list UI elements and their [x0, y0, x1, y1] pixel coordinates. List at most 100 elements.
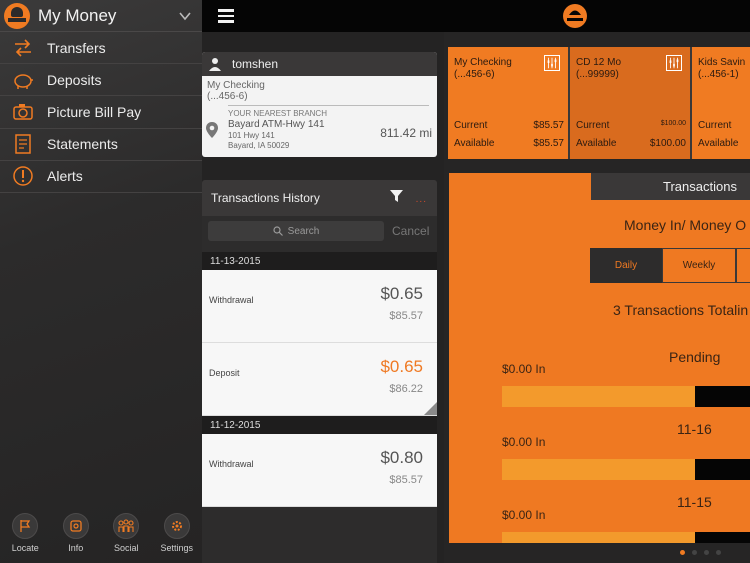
account-tile-cd[interactable]: CD 12 Mo (...99999) Current $100.00 Avail…	[570, 47, 692, 159]
locate-button[interactable]: Locate	[0, 513, 50, 563]
money-bar	[502, 459, 750, 480]
info-button[interactable]: Info	[51, 513, 101, 563]
transaction-amount: $0.65	[380, 357, 423, 376]
document-icon	[15, 134, 31, 154]
account-name-text: My Checking	[207, 80, 265, 91]
branch-name: Bayard ATM-Hwy 141	[228, 119, 325, 130]
sidebar-item-label: Picture Bill Pay	[47, 103, 142, 120]
period-selector: Daily Weekly	[590, 248, 750, 283]
info-icon	[62, 513, 89, 539]
sidebar-item-alerts[interactable]: Alerts	[0, 161, 202, 193]
available-label: Available	[698, 138, 739, 149]
gears-icon	[163, 513, 190, 539]
locate-label: Locate	[11, 543, 39, 553]
nearest-branch[interactable]: YOUR NEAREST BRANCH Bayard ATM-Hwy 141 1…	[202, 106, 437, 152]
tile-number: (...456-1)	[698, 69, 739, 80]
pending-label: Pending	[669, 349, 721, 365]
filter-icon[interactable]	[390, 190, 403, 203]
period-more[interactable]	[736, 248, 750, 283]
period-weekly[interactable]: Weekly	[662, 248, 736, 283]
account-card-header: tomshen	[202, 52, 437, 76]
tile-name-text: Kids Savin	[698, 57, 746, 68]
sidebar-item-picture-bill-pay[interactable]: Picture Bill Pay	[0, 96, 202, 129]
tile-number: (...99999)	[576, 69, 619, 80]
date-label: 11-16	[677, 421, 712, 437]
bar-label: $0.00 In	[502, 435, 546, 449]
page-dot[interactable]	[716, 550, 721, 555]
date-label: 11-15	[677, 494, 712, 510]
right-column: My Checking (...456-6) Current $85.57 Ava…	[444, 32, 750, 563]
sidebar: My Money Transfers Deposits Picture Bill…	[0, 0, 202, 563]
available-label: Available	[454, 138, 495, 149]
settings-button[interactable]: Settings	[152, 513, 202, 563]
current-value: $100.00	[660, 120, 686, 127]
sidebar-item-label: Transfers	[47, 39, 106, 56]
account-tile-kids-savings[interactable]: Kids Savin (...456-1) Current Available	[692, 47, 750, 159]
transaction-row[interactable]: Withdrawal $0.80 $85.57	[202, 434, 437, 507]
available-value: $85.57	[533, 138, 564, 149]
search-icon	[273, 226, 283, 236]
transactions-history-title: Transactions History	[211, 191, 320, 205]
sidebar-header[interactable]: My Money	[0, 0, 202, 32]
search-input[interactable]: Search	[208, 221, 384, 241]
sidebar-item-deposits[interactable]: Deposits	[0, 64, 202, 97]
transaction-kind: Withdrawal	[209, 459, 254, 469]
search-row: Search Cancel	[202, 216, 437, 246]
page-dot[interactable]	[704, 550, 709, 555]
tile-name: Kids Savin (...456-1)	[698, 57, 745, 81]
tile-current-row: Current $85.57	[454, 120, 564, 131]
available-label: Available	[576, 138, 617, 149]
transaction-balance: $86.22	[389, 383, 423, 395]
branch-address: 101 Hwy 141	[228, 131, 275, 140]
page-dot[interactable]	[692, 550, 697, 555]
account-number: (...456-6)	[207, 91, 248, 102]
middle-column: tomshen My Checking (...456-6) YOUR NEAR…	[202, 32, 444, 563]
period-daily[interactable]: Daily	[590, 248, 662, 283]
brand-logo-icon	[4, 2, 30, 29]
sidebar-item-transfers[interactable]: Transfers	[0, 32, 202, 65]
branch-city: Bayard, IA 50029	[228, 141, 290, 150]
search-placeholder: Search	[287, 225, 320, 237]
current-label: Current	[576, 120, 610, 131]
transfer-arrows-icon	[15, 39, 31, 57]
more-dots[interactable]: ...	[416, 194, 427, 205]
sidebar-item-label: Deposits	[47, 71, 102, 88]
tab-transactions[interactable]: Transactions	[591, 173, 750, 200]
tile-name: CD 12 Mo (...99999)	[576, 57, 621, 81]
page-dot[interactable]	[680, 550, 685, 555]
chevron-down-icon[interactable]	[178, 9, 192, 23]
date-header: 11-13-2015	[202, 252, 437, 270]
tab-transactions-label: Transactions	[663, 179, 737, 194]
account-card[interactable]: tomshen My Checking (...456-6) YOUR NEAR…	[202, 52, 437, 157]
settings-label: Settings	[160, 543, 194, 553]
corner-fold-icon[interactable]	[424, 402, 437, 415]
transactions-summary-text: 3 Transactions Totalin	[613, 302, 749, 318]
current-value: $85.57	[533, 120, 564, 131]
sidebar-item-label: Alerts	[47, 168, 83, 185]
money-in-out-heading: Money In/ Money O	[624, 217, 747, 233]
hamburger-menu-icon[interactable]	[218, 9, 234, 23]
brand-logo-icon	[563, 4, 587, 28]
sidebar-item-statements[interactable]: Statements	[0, 129, 202, 161]
people-icon	[113, 513, 140, 539]
sliders-icon[interactable]	[544, 55, 560, 71]
social-button[interactable]: Social	[101, 513, 151, 563]
transaction-row[interactable]: Withdrawal $0.65 $85.57	[202, 270, 437, 343]
bar-label: $0.00 In	[502, 508, 546, 522]
page-indicator[interactable]	[680, 550, 721, 555]
flag-icon	[12, 513, 39, 539]
map-pin-icon	[206, 122, 218, 138]
piggy-bank-icon	[14, 74, 33, 89]
sliders-icon[interactable]	[666, 55, 682, 71]
cancel-button[interactable]: Cancel	[392, 224, 429, 238]
social-label: Social	[113, 543, 139, 553]
transaction-amount: $0.65	[380, 284, 423, 303]
account-name: My Checking (...456-6)	[202, 76, 437, 102]
app-root: My Money Transfers Deposits Picture Bill…	[0, 0, 750, 563]
info-label: Info	[68, 543, 84, 553]
transaction-row[interactable]: Deposit $0.65 $86.22	[202, 343, 437, 416]
account-tile-checking[interactable]: My Checking (...456-6) Current $85.57 Ava…	[448, 47, 570, 159]
transactions-summary: Transactions Money In/ Money O Daily Wee…	[449, 173, 750, 543]
transactions-history-panel: Transactions History ... Search Cancel 1…	[202, 180, 437, 563]
transactions-history-header: Transactions History ...	[202, 180, 437, 216]
